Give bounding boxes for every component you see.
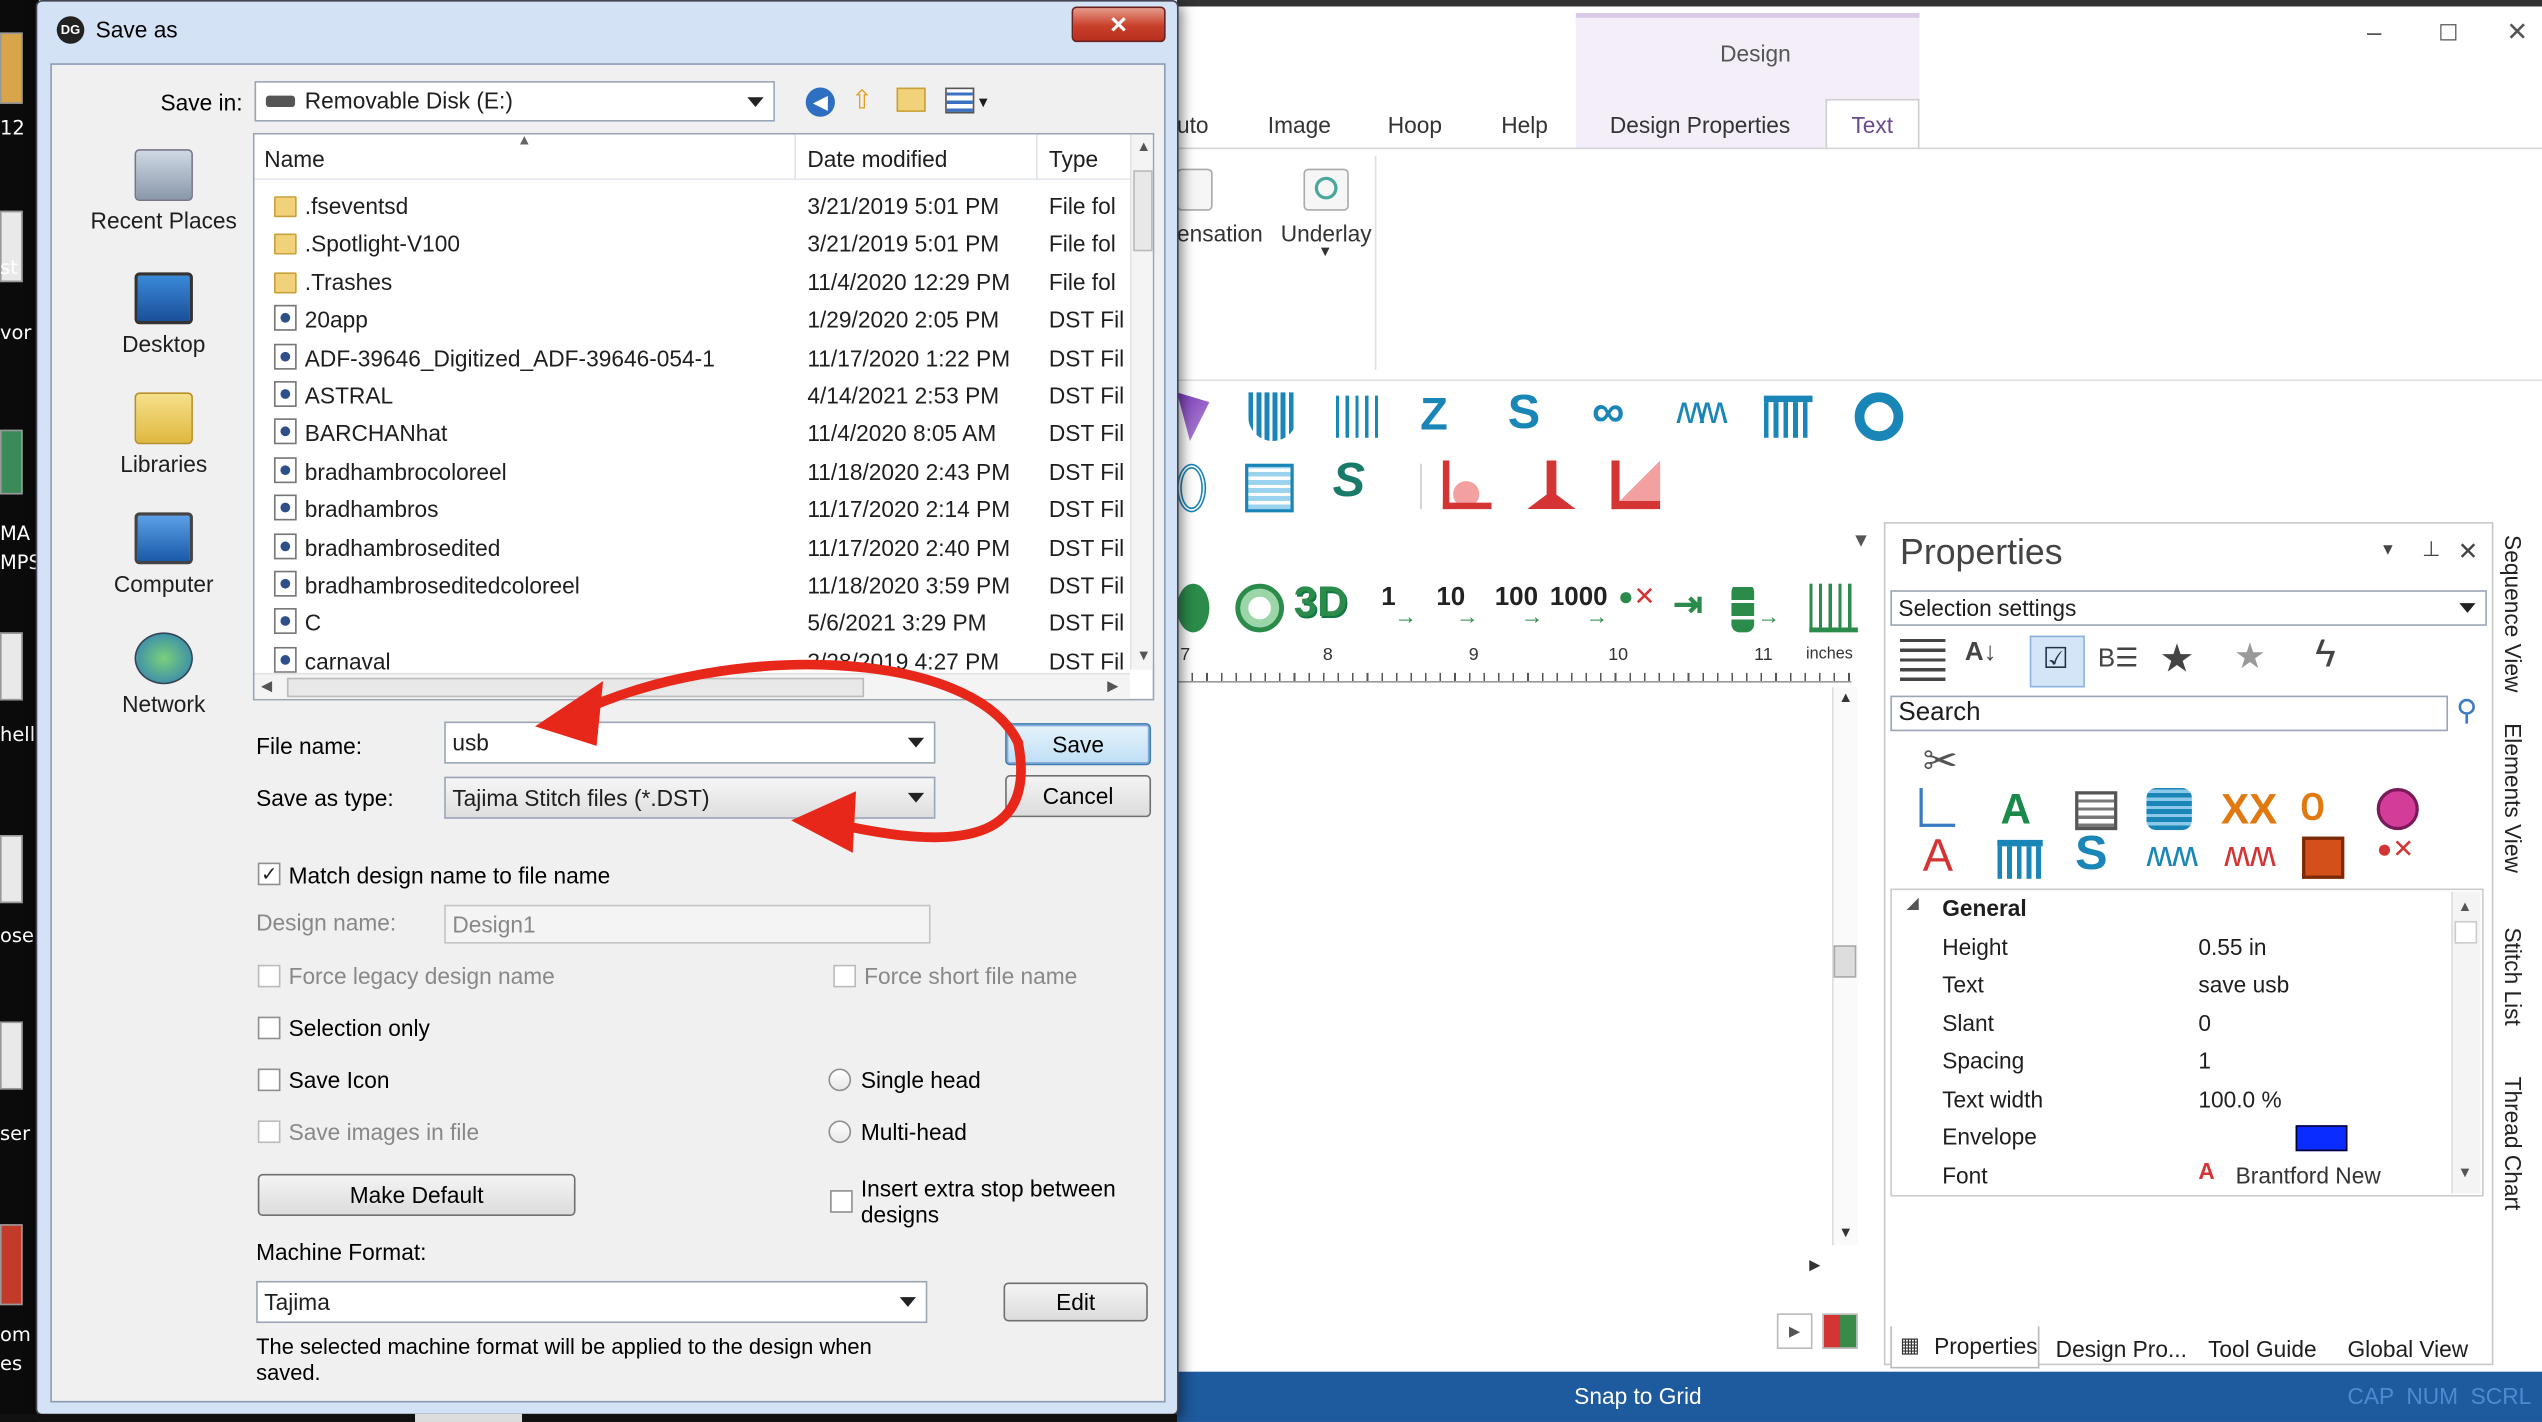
screen: 12 st vor MA MPS hell ose ser om es Desi…	[0, 0, 2542, 1422]
arrowhead-icon	[791, 791, 856, 853]
taskbar-item[interactable]	[415, 1413, 523, 1422]
arrow-to-save-type	[830, 737, 1026, 843]
taskbar	[0, 1413, 1177, 1422]
arrowhead-icon	[534, 680, 604, 746]
arrow-to-file-name	[570, 659, 1023, 748]
annotation-arrows	[534, 659, 1026, 853]
